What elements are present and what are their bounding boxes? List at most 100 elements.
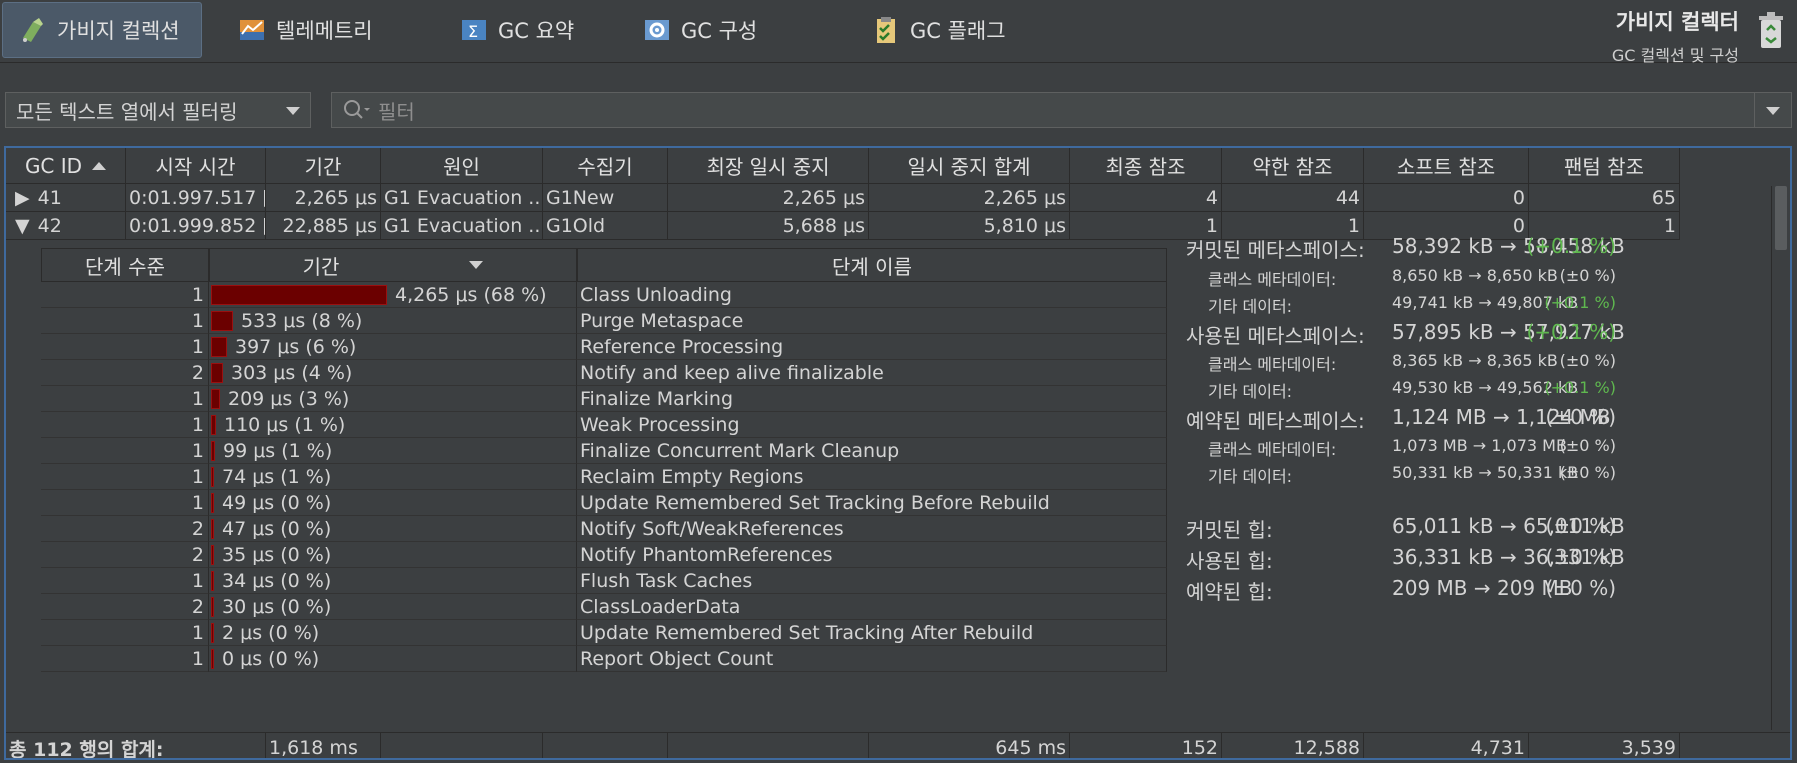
tab-gc-config[interactable]: GC 구성 [627, 2, 773, 58]
totals-soft-references: 4,731 [1364, 733, 1529, 758]
sort-descending-icon [469, 261, 484, 269]
phase-row[interactable]: 1 533 μs (8 %) Purge Metaspace [41, 308, 1167, 334]
column-header-collector[interactable]: 수집기 [543, 148, 668, 184]
phase-level: 1 [41, 282, 209, 308]
phase-name: ClassLoaderData [577, 594, 1167, 620]
phase-duration: 99 μs (1 %) [223, 439, 333, 462]
sum-of-pauses-cell: 5,810 μs [869, 212, 1070, 240]
column-header-final-references[interactable]: 최종 참조 [1070, 148, 1222, 184]
memory-change-percent: (+0.1 %) [1526, 320, 1616, 344]
phase-name: Flush Task Caches [577, 568, 1167, 594]
filter-scope-select[interactable]: 모든 텍스트 열에서 필터링 [5, 92, 311, 128]
tab-telemetry[interactable]: 텔레메트리 [222, 2, 389, 58]
header-label: 기간 [302, 254, 340, 279]
phase-row[interactable]: 1 0 μs (0 %) Report Object Count [41, 646, 1167, 672]
phase-duration: 2 μs (0 %) [222, 621, 320, 644]
column-header-sum-of-pauses[interactable]: 일시 중지 합계 [869, 148, 1070, 184]
collapse-arrow-icon[interactable]: ▼ [15, 215, 30, 237]
memory-value: 8,365 kB → 8,365 kB [1392, 351, 1558, 370]
phase-row[interactable]: 1 2 μs (0 %) Update Remembered Set Trackin… [41, 620, 1167, 646]
scrollbar-thumb[interactable] [1775, 186, 1787, 250]
phase-duration-cell: 30 μs (0 %) [209, 594, 577, 620]
search-icon [344, 100, 370, 119]
cause-cell: G1 Evacuation ... [381, 184, 543, 212]
totals-sum-of-pauses: 645 ms [869, 733, 1070, 758]
tab-gc-summary[interactable]: Σ GC 요약 [444, 2, 590, 58]
phase-row[interactable]: 1 209 μs (3 %) Finalize Marking [41, 386, 1167, 412]
memory-label: 사용된 메타스페이스: [1186, 324, 1365, 348]
header-label: 약한 참조 [1252, 155, 1333, 179]
phase-duration-cell: 533 μs (8 %) [209, 308, 577, 334]
column-header-weak-references[interactable]: 약한 참조 [1222, 148, 1364, 184]
memory-change-percent: (±0 %) [1559, 436, 1616, 455]
memory-label: 클래스 메타데이터: [1208, 440, 1337, 459]
phase-row[interactable]: 1 34 μs (0 %) Flush Task Caches [41, 568, 1167, 594]
tab-label: GC 요약 [498, 19, 575, 43]
filter-search-input[interactable]: 필터 [331, 92, 1792, 128]
phase-duration-bar [211, 596, 214, 617]
phase-row[interactable]: 1 49 μs (0 %) Update Remembered Set Tracki… [41, 490, 1167, 516]
column-header-duration[interactable]: 기간 [266, 148, 381, 184]
totals-collector [543, 733, 668, 758]
phase-name: Finalize Marking [577, 386, 1167, 412]
phase-row[interactable]: 2 30 μs (0 %) ClassLoaderData [41, 594, 1167, 620]
phase-duration-bar [211, 336, 227, 357]
phase-row[interactable]: 1 397 μs (6 %) Reference Processing [41, 334, 1167, 360]
gc-flags-icon [877, 17, 895, 43]
column-header-phase-level[interactable]: 단계 수준 [41, 248, 209, 282]
phase-row[interactable]: 2 47 μs (0 %) Notify Soft/WeakReferences [41, 516, 1167, 542]
soft-references-cell: 0 [1364, 184, 1529, 212]
header-label: 시작 시간 [155, 155, 236, 179]
phase-row[interactable]: 1 99 μs (1 %) Finalize Concurrent Mark Cle… [41, 438, 1167, 464]
phase-level: 2 [41, 360, 209, 386]
vertical-scrollbar[interactable] [1771, 186, 1790, 730]
column-header-phase-duration[interactable]: 기간 [209, 248, 577, 282]
column-header-start-time[interactable]: 시작 시간 [126, 148, 266, 184]
phase-level: 1 [41, 412, 209, 438]
column-header-phase-name[interactable]: 단계 이름 [577, 248, 1167, 282]
phase-duration: 35 μs (0 %) [222, 543, 332, 566]
phase-row[interactable]: 1 4,265 μs (68 %) Class Unloading [41, 282, 1167, 308]
column-header-phantom-references[interactable]: 팬텀 참조 [1529, 148, 1680, 184]
phase-level: 2 [41, 542, 209, 568]
memory-label: 예약된 메타스페이스: [1186, 409, 1365, 433]
header-label: 수집기 [577, 155, 633, 179]
phase-level: 1 [41, 490, 209, 516]
collector-cell: G1New [543, 184, 668, 212]
phase-level: 1 [41, 308, 209, 334]
column-header-soft-references[interactable]: 소프트 참조 [1364, 148, 1529, 184]
column-header-cause[interactable]: 원인 [381, 148, 543, 184]
phase-duration-cell: 74 μs (1 %) [209, 464, 577, 490]
search-history-dropdown[interactable] [1754, 93, 1791, 127]
expand-arrow-icon[interactable]: ▶ [15, 187, 30, 209]
phase-duration-bar [211, 388, 220, 409]
chevron-down-icon [286, 107, 300, 115]
phase-duration-bar [211, 466, 214, 487]
memory-label: 기타 데이터: [1208, 467, 1293, 486]
tab-label: 텔레메트리 [276, 19, 373, 43]
tab-garbage-collection[interactable]: 가비지 컬렉션 [2, 2, 202, 58]
phase-level: 2 [41, 516, 209, 542]
sort-ascending-icon [92, 161, 107, 170]
phase-row[interactable]: 2 35 μs (0 %) Notify PhantomReferences [41, 542, 1167, 568]
tab-gc-flags[interactable]: GC 플래그 [856, 2, 1022, 58]
phase-row[interactable]: 2 303 μs (4 %) Notify and keep alive final… [41, 360, 1167, 386]
phase-duration-bar [211, 310, 233, 331]
phase-row[interactable]: 1 74 μs (1 %) Reclaim Empty Regions [41, 464, 1167, 490]
memory-change-percent: (+0.1 %) [1544, 378, 1616, 397]
phase-level: 2 [41, 594, 209, 620]
phase-row[interactable]: 1 110 μs (1 %) Weak Processing [41, 412, 1167, 438]
phase-name: Reference Processing [577, 334, 1167, 360]
telemetry-icon [240, 20, 264, 40]
memory-value: 8,650 kB → 8,650 kB [1392, 266, 1558, 285]
phase-name: Notify PhantomReferences [577, 542, 1167, 568]
header-label: 일시 중지 합계 [907, 155, 1031, 179]
totals-label: 총 112 행의 합계: [6, 733, 266, 758]
memory-change-percent: (±0 %) [1545, 576, 1616, 600]
longest-pause-cell: 5,688 μs [668, 212, 869, 240]
column-header-longest-pause[interactable]: 최장 일시 중지 [668, 148, 869, 184]
phase-duration: 533 μs (8 %) [241, 309, 363, 332]
trash-icon [1759, 12, 1783, 48]
header-label: 최장 일시 중지 [706, 155, 830, 179]
column-header-gc-id[interactable]: GC ID [6, 148, 126, 184]
